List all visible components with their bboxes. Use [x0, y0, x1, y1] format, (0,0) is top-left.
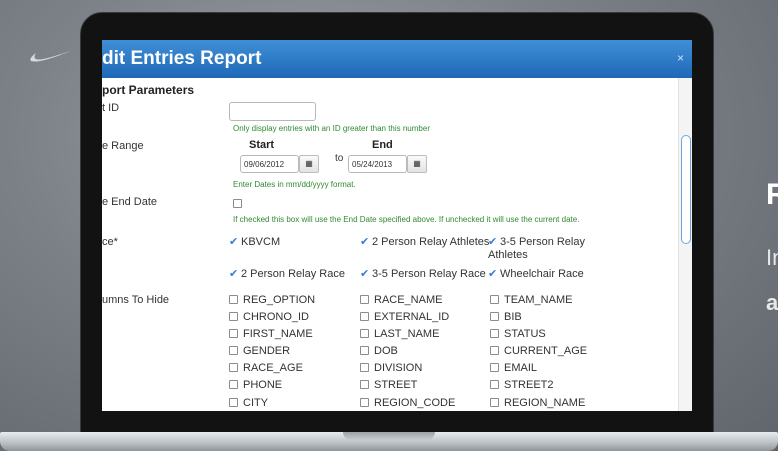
- column-option[interactable]: LAST_NAME: [360, 328, 439, 341]
- laptop-notch: [343, 432, 435, 440]
- checkbox[interactable]: [229, 397, 238, 407]
- race-label: ce*: [102, 236, 118, 248]
- calendar-icon: ▦: [413, 159, 421, 168]
- check-icon: ✔: [488, 236, 498, 248]
- check-icon: ✔: [488, 268, 498, 280]
- race-option[interactable]: ✔ 2 Person Relay Athletes: [360, 236, 489, 249]
- checkbox[interactable]: [490, 345, 499, 355]
- close-button[interactable]: ×: [677, 51, 684, 65]
- column-option[interactable]: STREET: [360, 379, 417, 392]
- use-end-date-checkbox[interactable]: [233, 199, 242, 208]
- checkbox[interactable]: [360, 345, 369, 355]
- right-panel-line-1: In: [766, 245, 778, 270]
- column-option[interactable]: REG_OPTION: [229, 294, 315, 307]
- column-option[interactable]: BIB: [490, 311, 522, 324]
- race-option[interactable]: ✔ Wheelchair Race: [488, 268, 584, 281]
- scrollbar-thumb[interactable]: [681, 135, 691, 244]
- swoosh-logo: [30, 51, 71, 62]
- column-option[interactable]: STREET2: [490, 379, 554, 392]
- column-option[interactable]: EMAIL: [490, 362, 537, 375]
- column-option[interactable]: DIVISION: [360, 362, 422, 375]
- section-title: port Parameters: [102, 83, 195, 97]
- race-option[interactable]: ✔ 2 Person Relay Race: [229, 268, 345, 281]
- checkbox[interactable]: [490, 328, 499, 338]
- column-option[interactable]: CHRONO_ID: [229, 311, 309, 324]
- modal-header: dit Entries Report ×: [102, 40, 692, 78]
- check-icon: ✔: [229, 268, 239, 280]
- column-option[interactable]: RACE_AGE: [229, 362, 303, 375]
- start-heading: Start: [249, 139, 275, 151]
- checkbox[interactable]: [490, 379, 499, 389]
- checkbox[interactable]: [360, 362, 369, 372]
- modal-title: dit Entries Report: [102, 48, 262, 69]
- race-option[interactable]: ✔ KBVCM: [229, 236, 280, 249]
- checkbox[interactable]: [490, 362, 499, 372]
- date-help-text: Enter Dates in mm/dd/yyyy format.: [233, 180, 356, 189]
- column-option[interactable]: PHONE: [229, 379, 282, 392]
- columns-to-hide-label: umns To Hide: [102, 294, 170, 306]
- column-option[interactable]: CURRENT_AGE: [490, 345, 587, 358]
- id-help-text: Only display entries with an ID greater …: [233, 124, 430, 133]
- checkbox[interactable]: [360, 311, 369, 321]
- start-date-input[interactable]: 09/06/2012: [240, 155, 299, 173]
- column-option[interactable]: STATUS: [490, 328, 546, 341]
- checkbox[interactable]: [229, 345, 238, 355]
- start-calendar-button[interactable]: ▦: [299, 155, 319, 173]
- column-option[interactable]: TEAM_NAME: [490, 294, 572, 307]
- end-date-input[interactable]: 05/24/2013: [348, 155, 407, 173]
- race-option[interactable]: ✔ 3-5 Person Relay Race: [360, 268, 486, 281]
- use-end-date-label: e End Date: [102, 196, 158, 208]
- checkbox[interactable]: [229, 362, 238, 372]
- checkbox[interactable]: [229, 294, 238, 304]
- to-label: to: [335, 153, 344, 164]
- checkbox[interactable]: [360, 397, 369, 407]
- right-panel-heading: R: [766, 178, 778, 211]
- id-input[interactable]: [229, 102, 316, 121]
- id-label: t ID: [102, 102, 120, 114]
- checkbox[interactable]: [490, 311, 499, 321]
- column-option[interactable]: FIRST_NAME: [229, 328, 313, 341]
- column-option[interactable]: REGION_CODE: [360, 397, 455, 410]
- checkbox[interactable]: [229, 328, 238, 338]
- check-icon: ✔: [360, 268, 370, 280]
- race-option[interactable]: ✔ 3-5 Person Relay Athletes: [488, 236, 585, 262]
- check-icon: ✔: [229, 236, 239, 248]
- checkbox[interactable]: [229, 311, 238, 321]
- column-option[interactable]: GENDER: [229, 345, 290, 358]
- checkbox[interactable]: [360, 328, 369, 338]
- scrollbar[interactable]: [678, 78, 692, 411]
- calendar-icon: ▦: [305, 159, 313, 168]
- checkbox[interactable]: [360, 294, 369, 304]
- laptop-screen: dit Entries Report × port Parameters t I…: [102, 40, 692, 411]
- date-range-label: e Range: [102, 140, 144, 152]
- column-option[interactable]: CITY: [229, 397, 268, 410]
- use-end-date-help: If checked this box will use the End Dat…: [233, 215, 580, 224]
- checkbox[interactable]: [360, 379, 369, 389]
- check-icon: ✔: [360, 236, 370, 248]
- column-option[interactable]: DOB: [360, 345, 398, 358]
- checkbox[interactable]: [490, 294, 499, 304]
- end-calendar-button[interactable]: ▦: [407, 155, 427, 173]
- end-heading: End: [372, 139, 393, 151]
- column-option[interactable]: RACE_NAME: [360, 294, 442, 307]
- checkbox[interactable]: [229, 379, 238, 389]
- column-option[interactable]: EXTERNAL_ID: [360, 311, 449, 324]
- checkbox[interactable]: [490, 397, 499, 407]
- column-option[interactable]: REGION_NAME: [490, 397, 585, 410]
- right-panel-line-2: a: [766, 290, 778, 315]
